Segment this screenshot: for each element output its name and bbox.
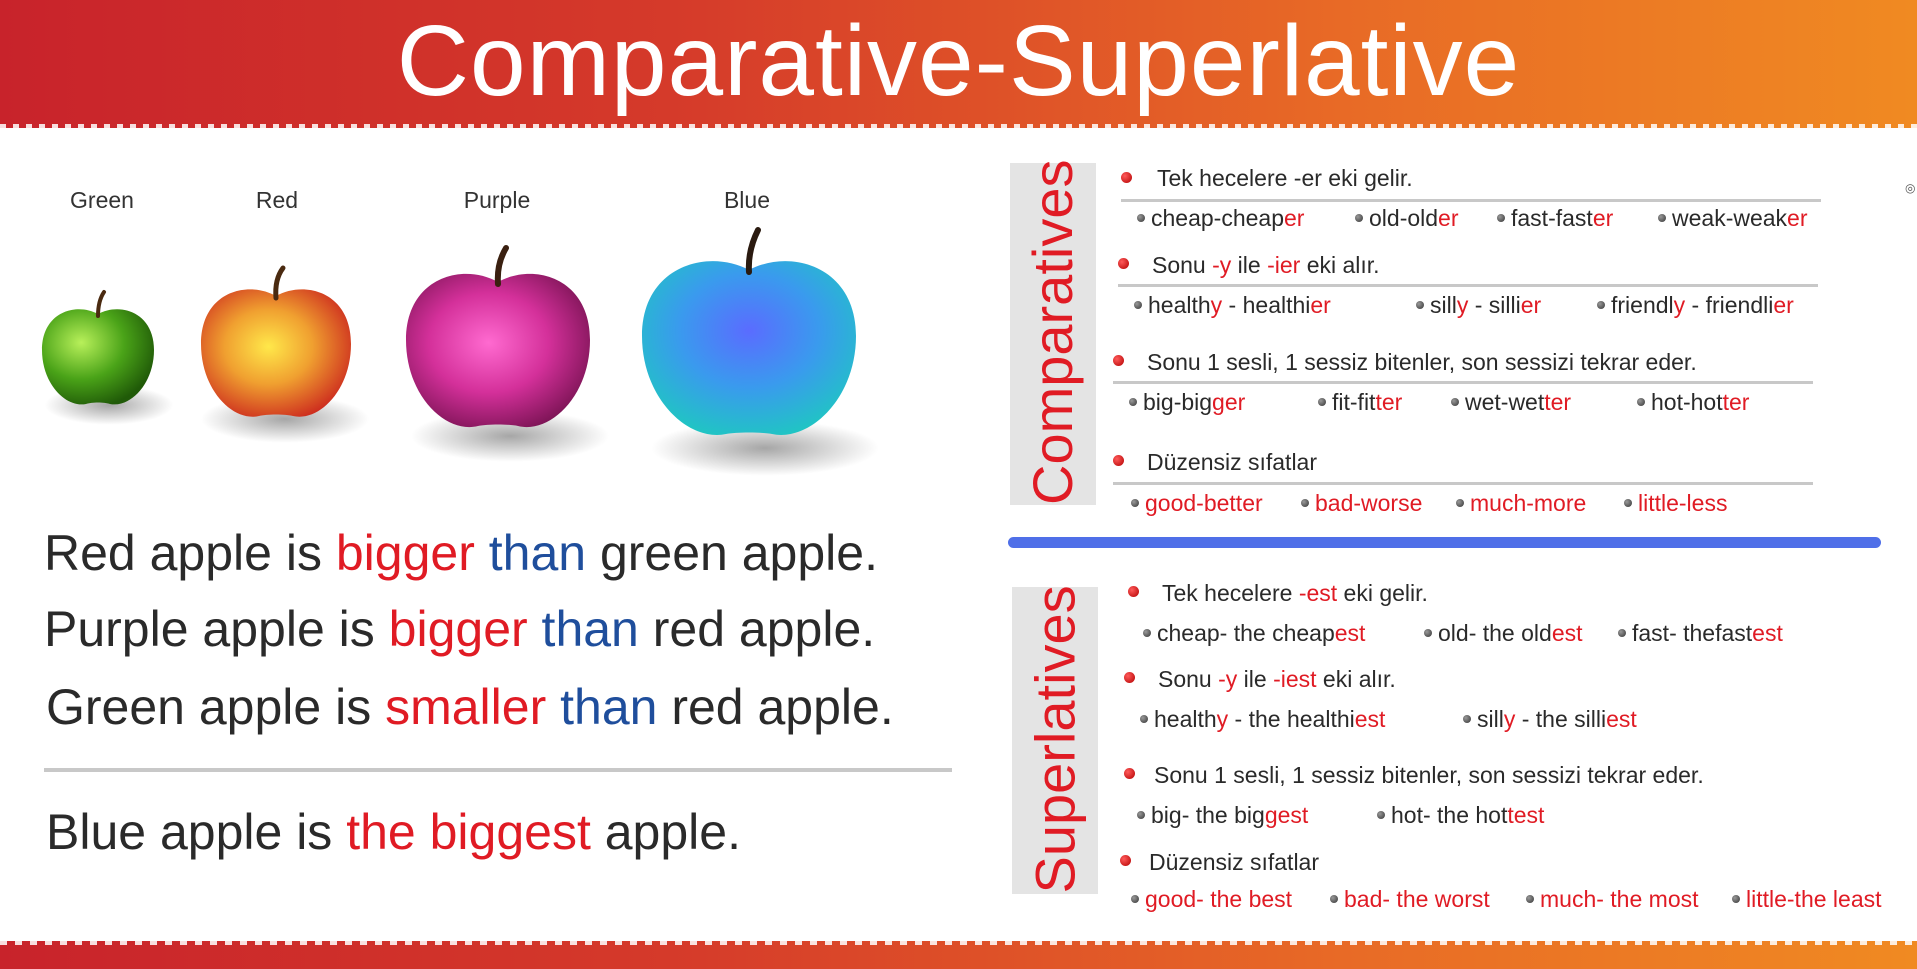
apple-label-red: Red: [255, 187, 299, 213]
sentence-comparative: bigger: [335, 525, 475, 581]
sentence-text: red apple.: [638, 601, 876, 657]
example-item: little-the least: [1732, 886, 1882, 913]
bullet-icon: [1113, 355, 1124, 366]
sentence-4: Blue apple is the biggest apple.: [46, 803, 741, 861]
sentence-text: Purple apple is: [44, 601, 389, 657]
rule-text: Tek hecelere -er eki gelir.: [1157, 165, 1413, 191]
red-apple-image: [201, 265, 351, 417]
apple-label-green: Green: [70, 187, 134, 213]
rule-underline: [1121, 199, 1821, 202]
superlative-rule-1: Tek hecelere -est eki gelir.: [1162, 580, 1428, 606]
rule-underline: [1118, 284, 1818, 287]
example-item: old-older: [1355, 205, 1459, 232]
bullet-icon: [1113, 455, 1124, 466]
example-item: little-less: [1624, 490, 1727, 517]
superlative-rule-3: Sonu 1 sesli, 1 sessiz bitenler, son ses…: [1154, 762, 1704, 788]
sentence-superlative: the biggest: [346, 804, 591, 860]
example-item: fit-fitter: [1318, 389, 1402, 416]
page-title: Comparative-Superlative: [396, 5, 1521, 117]
sentence-than: than: [546, 679, 658, 735]
rule-underline: [1113, 381, 1813, 384]
sentence-than: than: [527, 601, 639, 657]
purple-apple-image: [406, 245, 590, 428]
bullet-icon: [1128, 586, 1139, 597]
comparative-rule-1: Tek hecelere -er eki gelir.: [1157, 165, 1413, 192]
comparative-rule-4: Düzensiz sıfatlar: [1147, 449, 1318, 475]
sentence-than: than: [474, 525, 587, 581]
superlative-rule-4: Düzensiz sıfatlar: [1149, 849, 1320, 875]
bullet-icon: [1118, 258, 1129, 269]
sentence-text: green apple.: [586, 525, 878, 581]
example-item: healthy - the healthiest: [1140, 706, 1385, 733]
rule-underline: [1113, 482, 1813, 485]
example-item: weak-weaker: [1658, 205, 1808, 232]
superlative-rule-2: Sonu -y ile -iest eki alır.: [1158, 666, 1396, 692]
section-separator: [1008, 537, 1881, 548]
example-item: silly - the silliest: [1463, 706, 1637, 733]
example-item: hot-hotter: [1637, 389, 1749, 416]
sentence-comparative: bigger: [388, 601, 528, 657]
comparatives-label-box: Comparatives: [1010, 159, 1096, 505]
sentence-divider: [44, 768, 952, 772]
footer-banner: [0, 937, 1917, 969]
title-banner: Comparative-Superlative: [0, 0, 1917, 134]
example-item: good-better: [1131, 490, 1263, 517]
example-item: fast-faster: [1497, 205, 1613, 232]
bullet-icon: [1124, 768, 1135, 779]
comparative-rule-3: Sonu 1 sesli, 1 sessiz bitenler, son ses…: [1147, 349, 1697, 375]
example-item: silly - sillier: [1416, 292, 1541, 319]
sentence-3: Green apple is smaller than red apple.: [46, 678, 894, 736]
superlatives-heading: Superlatives: [1023, 585, 1087, 894]
sentence-text: apple.: [590, 804, 741, 860]
example-item: friendly - friendlier: [1597, 292, 1794, 319]
example-item: wet-wetter: [1451, 389, 1571, 416]
example-item: much-more: [1456, 490, 1586, 517]
bullet-icon: [1121, 172, 1132, 183]
sentence-text: Red apple is: [44, 525, 336, 581]
dot-icon: ◎: [1905, 181, 1916, 195]
example-item: cheap-cheaper: [1137, 205, 1304, 232]
sentence-1: Red apple is bigger than green apple.: [44, 524, 878, 582]
bullet-icon: [1124, 672, 1135, 683]
sentence-2: Purple apple is bigger than red apple.: [44, 600, 875, 658]
sentence-text: Blue apple is: [46, 804, 347, 860]
bullet-icon: [1120, 855, 1131, 866]
example-item: old- the oldest: [1424, 620, 1583, 647]
example-item: good- the best: [1131, 886, 1292, 913]
example-item: bad- the worst: [1330, 886, 1490, 913]
example-item: cheap- the cheapest: [1143, 620, 1365, 647]
blue-apple-image: [642, 227, 856, 435]
example-item: hot- the hottest: [1377, 802, 1544, 829]
example-item: healthy - healthier: [1134, 292, 1331, 319]
sentence-text: red apple.: [657, 679, 894, 735]
green-apple-image: [42, 290, 154, 405]
example-item: big- the biggest: [1137, 802, 1308, 829]
example-item: much- the most: [1526, 886, 1699, 913]
example-item: big-bigger: [1129, 389, 1245, 416]
example-item: bad-worse: [1301, 490, 1422, 517]
superlatives-label-box: Superlatives: [1012, 585, 1098, 894]
example-item: fast- thefastest: [1618, 620, 1783, 647]
sentence-comparative: smaller: [385, 679, 547, 735]
sentence-text: Green apple is: [46, 679, 386, 735]
apple-label-blue: Blue: [723, 187, 771, 213]
comparatives-heading: Comparatives: [1021, 159, 1084, 505]
apple-label-purple: Purple: [463, 187, 531, 213]
comparative-rule-2: Sonu -y ile -ier eki alır.: [1152, 252, 1380, 278]
